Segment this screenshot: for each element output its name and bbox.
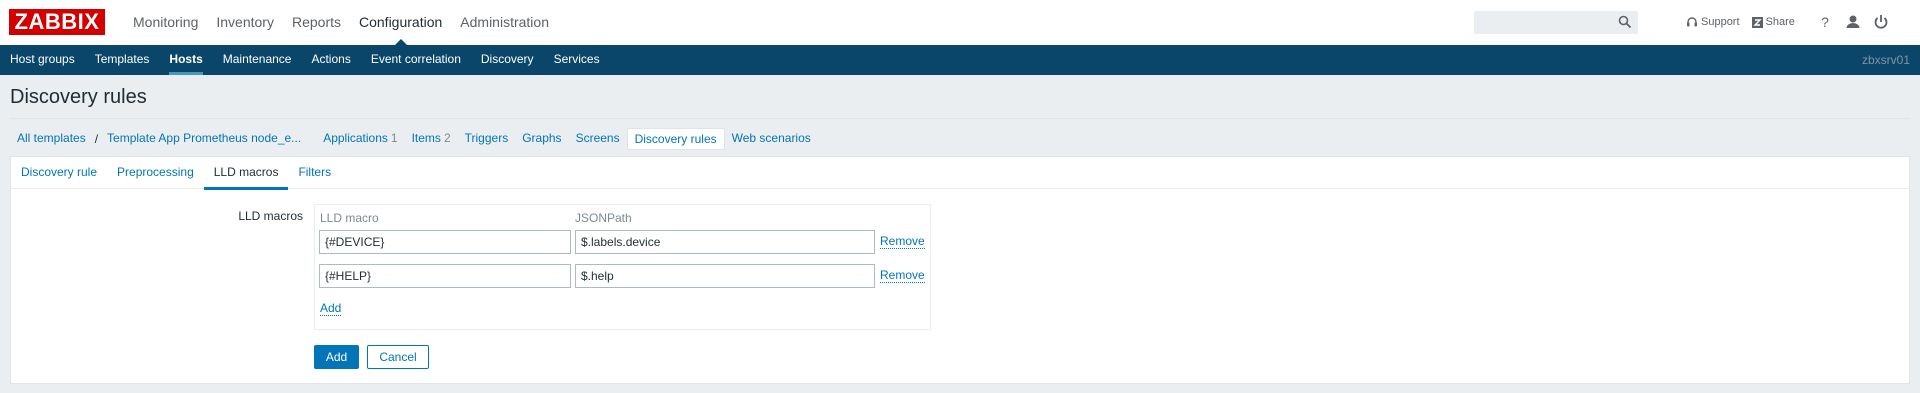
menu-reports[interactable]: Reports [283, 0, 350, 45]
lld-macro-column-header: LLD macro [320, 211, 379, 225]
lld-macro-input[interactable]: {#HELP} [319, 264, 571, 288]
form-tab-filters[interactable]: Filters [288, 157, 341, 189]
remove-macro-link[interactable]: Remove [880, 268, 925, 283]
lld-macros-label: LLD macros [238, 209, 303, 223]
share-logo-icon [1751, 16, 1763, 28]
search-input[interactable] [1474, 11, 1638, 34]
submenu-services[interactable]: Services [544, 45, 610, 75]
add-macro-link[interactable]: Add [320, 301, 342, 316]
share-label: Share [1765, 16, 1795, 28]
header-tools: Support Share ? [1686, 12, 1891, 32]
remove-macro-link[interactable]: Remove [880, 234, 925, 249]
menu-inventory[interactable]: Inventory [207, 0, 283, 45]
tab-web-scenarios[interactable]: Web scenarios [725, 128, 818, 150]
submenu-event-correlation[interactable]: Event correlation [361, 45, 471, 75]
tab-applications-label: Applications [323, 131, 388, 145]
jsonpath-input[interactable]: $.help [575, 264, 875, 288]
sign-out-icon[interactable] [1871, 12, 1891, 32]
form-tab-discovery-rule[interactable]: Discovery rule [11, 157, 107, 189]
menu-configuration[interactable]: Configuration [350, 0, 451, 45]
lld-macros-table: LLD macro JSONPath {#DEVICE} $.labels.de… [314, 204, 931, 330]
tab-discovery-rules[interactable]: Discovery rules [626, 128, 725, 150]
support-link[interactable]: Support [1686, 16, 1740, 28]
top-header: ZABBIX Monitoring Inventory Reports Conf… [0, 0, 1920, 45]
cancel-button[interactable]: Cancel [367, 345, 429, 369]
help-icon[interactable]: ? [1815, 12, 1835, 32]
submenu-maintenance[interactable]: Maintenance [213, 45, 302, 75]
tab-items-label: Items [411, 131, 441, 145]
menu-administration[interactable]: Administration [451, 0, 558, 45]
items-count: 2 [443, 131, 451, 145]
support-label: Support [1701, 16, 1740, 28]
search-icon[interactable] [1618, 15, 1632, 29]
main-menu: Monitoring Inventory Reports Configurati… [124, 0, 558, 45]
discovery-rule-form: Discovery rule Preprocessing LLD macros … [10, 156, 1910, 384]
server-name: zbxsrv01 [1861, 53, 1910, 67]
user-profile-icon[interactable] [1843, 12, 1863, 32]
jsonpath-column-header: JSONPath [575, 211, 632, 225]
submenu-templates[interactable]: Templates [85, 45, 160, 75]
breadcrumb-separator: / [94, 132, 99, 146]
form-tab-lld-macros[interactable]: LLD macros [203, 157, 289, 190]
sub-menu: Host groups Templates Hosts Maintenance … [0, 45, 1920, 75]
submenu-host-groups[interactable]: Host groups [0, 45, 85, 75]
menu-monitoring[interactable]: Monitoring [124, 0, 207, 45]
tab-screens[interactable]: Screens [569, 128, 627, 150]
headset-icon [1687, 17, 1697, 27]
applications-count: 1 [390, 131, 398, 145]
form-tabs: Discovery rule Preprocessing LLD macros … [11, 157, 1909, 190]
tab-items[interactable]: Items 2 [405, 128, 458, 150]
zabbix-logo[interactable]: ZABBIX [9, 9, 105, 35]
submenu-actions[interactable]: Actions [301, 45, 360, 75]
submenu-discovery[interactable]: Discovery [471, 45, 544, 75]
page-title: Discovery rules [10, 86, 147, 108]
template-navigation: All templates / Template App Prometheus … [10, 128, 818, 150]
share-link[interactable]: Share [1751, 16, 1795, 28]
title-divider [10, 118, 1910, 119]
tab-triggers[interactable]: Triggers [458, 128, 516, 150]
tab-graphs[interactable]: Graphs [515, 128, 568, 150]
lld-macro-input[interactable]: {#DEVICE} [319, 230, 571, 254]
jsonpath-input[interactable]: $.labels.device [575, 230, 875, 254]
form-tab-preprocessing[interactable]: Preprocessing [107, 157, 204, 189]
breadcrumb-template[interactable]: Template App Prometheus node_e... [100, 128, 308, 150]
breadcrumb-all-templates[interactable]: All templates [10, 128, 93, 150]
tab-applications[interactable]: Applications 1 [316, 128, 404, 150]
svg-text:?: ? [1821, 14, 1829, 30]
add-button[interactable]: Add [314, 345, 359, 369]
submenu-hosts[interactable]: Hosts [159, 45, 212, 75]
